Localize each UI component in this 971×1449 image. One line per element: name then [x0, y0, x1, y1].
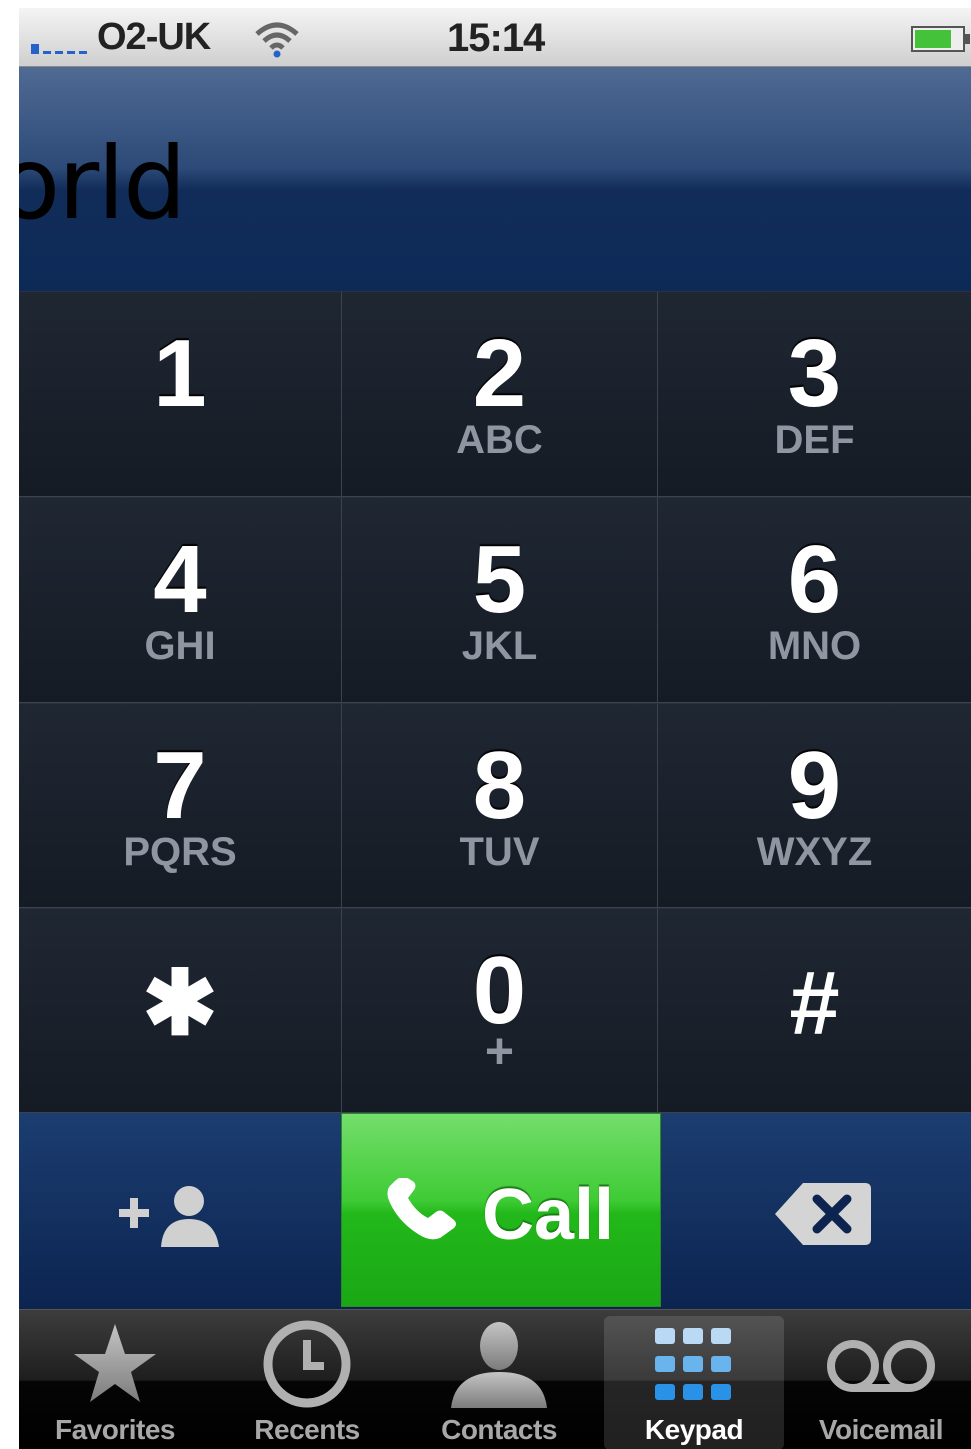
key-letters: TUV	[459, 830, 540, 874]
key-letters: PQRS	[123, 830, 237, 874]
key-0[interactable]: 0 +	[342, 908, 658, 1113]
tab-contacts[interactable]: Contacts	[403, 1310, 595, 1449]
clock-icon	[263, 1320, 351, 1408]
action-row: Call	[19, 1113, 971, 1309]
add-contact-icon	[119, 1186, 219, 1247]
wifi-icon	[255, 22, 299, 58]
signal-bars-icon	[31, 44, 87, 54]
phone-screen: O2-UK 15:14 orld 1 2 ABC 3 DEF 4 GHI 5 J…	[19, 8, 971, 1449]
call-button[interactable]: Call	[341, 1113, 661, 1307]
display-text: orld	[19, 125, 187, 242]
tab-bar: Favorites Recents Contacts Keypad Voicem…	[19, 1309, 971, 1449]
tab-label: Contacts	[441, 1414, 557, 1445]
key-digit: 8	[472, 732, 527, 839]
key-letters: DEF	[774, 418, 855, 462]
key-letters: MNO	[767, 624, 862, 668]
key-letters: JKL	[461, 624, 538, 668]
tab-label: Voicemail	[818, 1414, 944, 1445]
key-1[interactable]: 1	[19, 291, 342, 497]
key-9[interactable]: 9 WXYZ	[658, 703, 971, 908]
key-5[interactable]: 5 JKL	[342, 497, 658, 703]
call-label: Call	[482, 1175, 615, 1255]
voicemail-icon	[827, 1340, 935, 1392]
key-letters: GHI	[144, 624, 216, 668]
battery-icon	[911, 26, 970, 52]
tab-label: Keypad	[644, 1414, 744, 1445]
tab-label: Favorites	[55, 1414, 176, 1445]
tab-label: Recents	[254, 1414, 360, 1445]
key-3[interactable]: 3 DEF	[658, 291, 971, 497]
person-icon	[451, 1322, 547, 1408]
tab-recents[interactable]: Recents	[211, 1310, 403, 1449]
number-display: orld	[19, 67, 971, 291]
backspace-icon	[775, 1183, 871, 1245]
keypad: 1 2 ABC 3 DEF 4 GHI 5 JKL 6 MNO 7 PQRS 8	[19, 291, 971, 1113]
key-2[interactable]: 2 ABC	[342, 291, 658, 497]
key-digit: 2	[472, 320, 527, 427]
keypad-icon	[655, 1328, 731, 1400]
key-digit: ✱	[142, 954, 218, 1054]
delete-button[interactable]	[659, 1113, 971, 1309]
phone-handset-icon	[387, 1178, 456, 1240]
key-7[interactable]: 7 PQRS	[19, 703, 342, 908]
key-4[interactable]: 4 GHI	[19, 497, 342, 703]
key-digit: 5	[472, 526, 527, 633]
add-contact-button[interactable]	[19, 1113, 341, 1309]
key-8[interactable]: 8 TUV	[342, 703, 658, 908]
tab-keypad[interactable]: Keypad	[604, 1316, 784, 1449]
status-bar: O2-UK 15:14	[19, 8, 971, 67]
key-hash[interactable]: #	[658, 908, 971, 1113]
star-icon	[74, 1324, 156, 1402]
key-digit: 9	[787, 732, 842, 839]
key-6[interactable]: 6 MNO	[658, 497, 971, 703]
key-letters: ABC	[456, 418, 543, 462]
key-letters: WXYZ	[756, 830, 873, 874]
key-digit: 1	[153, 320, 207, 427]
key-digit: 7	[153, 732, 207, 839]
key-star[interactable]: ✱	[19, 908, 342, 1113]
key-digit: 4	[153, 526, 207, 633]
key-digit: #	[789, 954, 840, 1054]
status-time: 15:14	[447, 16, 545, 60]
key-digit: 3	[787, 320, 842, 427]
key-digit: 6	[787, 526, 842, 633]
key-letters: +	[484, 1023, 515, 1079]
tab-favorites[interactable]: Favorites	[19, 1310, 211, 1449]
carrier-name: O2-UK	[97, 16, 211, 58]
tab-voicemail[interactable]: Voicemail	[791, 1310, 971, 1449]
